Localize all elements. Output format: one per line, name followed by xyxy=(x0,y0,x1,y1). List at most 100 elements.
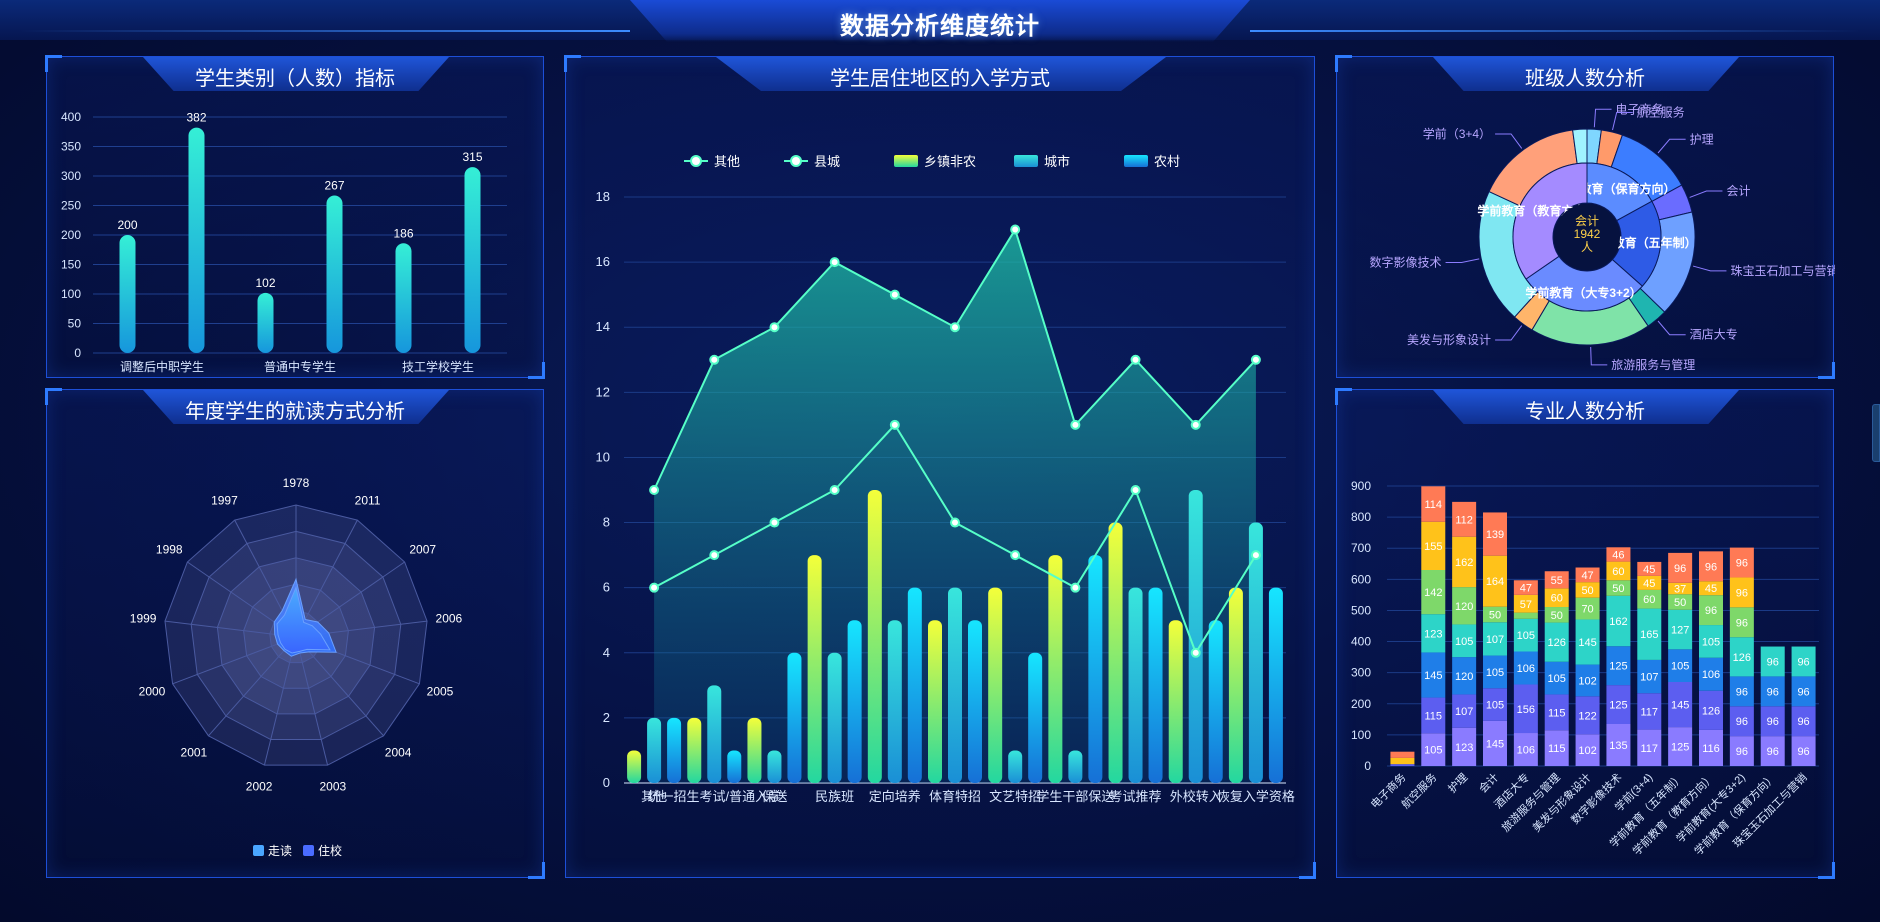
bar-value-label: 200 xyxy=(117,218,137,232)
radar-axis-label: 1998 xyxy=(156,543,183,557)
chart-residence: 024681012141618其他统一招生考试/普通入学保送 民族班 定向培养 体育特… xyxy=(596,154,1295,804)
bar xyxy=(787,652,802,783)
x-tick-label: 护理 xyxy=(1445,770,1470,795)
legend-label: 县城 xyxy=(814,154,840,169)
bar xyxy=(687,717,702,783)
chart-major: 0100200300400500600700800900电子商务10511514… xyxy=(1351,479,1819,858)
bar-value-label: 96 xyxy=(1736,716,1748,728)
bar xyxy=(667,717,682,783)
pie-leader-line xyxy=(1657,320,1686,336)
radar-axis-label: 2006 xyxy=(436,611,463,625)
bar xyxy=(257,292,274,353)
bar-value-label: 120 xyxy=(1455,601,1473,613)
bar xyxy=(1188,490,1203,783)
legend-label: 其他 xyxy=(714,154,740,169)
line-point xyxy=(1010,224,1021,235)
stacked-bar-segment xyxy=(1390,751,1415,758)
bar-value-label: 47 xyxy=(1520,583,1532,595)
line-point xyxy=(889,419,900,430)
bar-value-label: 96 xyxy=(1736,558,1748,570)
x-tick-label: 调整后中职学生 xyxy=(120,359,204,374)
x-tick-label: 数字影像技术 xyxy=(1568,770,1625,827)
panel-annual: 年度学生的就读方式分析 1978 2011 2007 2006 2005 2004 2003… xyxy=(45,388,545,879)
bar-value-label: 96 xyxy=(1767,656,1779,668)
pie-leader-line xyxy=(1495,325,1523,341)
bar-value-label: 107 xyxy=(1640,672,1658,684)
radar-axis-label: 1978 xyxy=(283,476,310,490)
y-tick-label: 400 xyxy=(61,110,81,124)
bar-value-label: 47 xyxy=(1581,570,1593,582)
bar xyxy=(1168,620,1183,783)
stacked-bar-segment xyxy=(1513,612,1538,619)
pie-leader-line xyxy=(1692,265,1727,272)
line-point xyxy=(1130,485,1141,495)
line-point xyxy=(889,289,900,300)
bar-value-label: 115 xyxy=(1425,710,1443,722)
bar-value-label: 57 xyxy=(1520,599,1532,611)
bar xyxy=(767,750,782,783)
y-tick-label: 900 xyxy=(1351,479,1371,493)
bar-value-label: 102 xyxy=(1578,745,1596,757)
y-tick-label: 600 xyxy=(1351,572,1371,586)
bar-value-label: 116 xyxy=(1702,743,1720,755)
pie-outer-label: 珠宝玉石加工与营销 xyxy=(1730,264,1835,278)
bar-value-label: 107 xyxy=(1486,634,1504,646)
bar-value-label: 70 xyxy=(1581,604,1593,616)
pie-leader-line xyxy=(1657,138,1686,154)
radar-axis-label: 1997 xyxy=(211,494,238,508)
line-point xyxy=(829,485,840,495)
line-point xyxy=(950,322,960,333)
x-tick-label: 外校转入 xyxy=(1170,789,1222,804)
bar-value-label: 145 xyxy=(1424,670,1442,682)
legend-swatch xyxy=(1014,155,1038,167)
line-point xyxy=(950,517,960,528)
radar-axis-label: 2007 xyxy=(409,543,436,557)
bar-value-label: 60 xyxy=(1643,594,1655,606)
pie-center-label: 会计 xyxy=(1575,214,1599,228)
chart-class: 电子商务航空服务护理会计珠宝玉石加工与营销酒店大专旅游服务与管理美发与形象设计数… xyxy=(1370,101,1835,372)
x-tick-label: 保送 xyxy=(761,789,787,804)
bar xyxy=(119,235,136,353)
panel-major: 专业人数分析 0 100 200 300 400 500 600 700 800 900 电子商务 1… xyxy=(1335,388,1835,879)
bar-value-label: 145 xyxy=(1578,637,1596,649)
y-tick-label: 50 xyxy=(68,317,82,331)
bar xyxy=(647,717,662,783)
bar-value-label: 106 xyxy=(1517,663,1535,675)
pie-leader-line xyxy=(1590,346,1608,366)
y-tick-label: 100 xyxy=(1351,728,1371,742)
y-tick-label: 350 xyxy=(61,140,81,154)
pie-leader-line xyxy=(1593,108,1612,128)
bar-value-label: 115 xyxy=(1548,707,1566,719)
bar-value-label: 135 xyxy=(1609,740,1627,752)
line-point xyxy=(649,485,660,495)
bar xyxy=(707,685,722,783)
bar xyxy=(1108,522,1123,783)
side-drawer-handle[interactable] xyxy=(1872,404,1880,462)
x-tick-label: 文艺特招 xyxy=(989,789,1041,804)
pie-outer-label: 会计 xyxy=(1726,184,1750,198)
line-point xyxy=(829,257,840,268)
bar xyxy=(847,620,862,783)
y-tick-label: 0 xyxy=(1364,759,1371,773)
bar-value-label: 55 xyxy=(1551,575,1563,587)
bar-value-label: 126 xyxy=(1702,705,1720,717)
legend-swatch xyxy=(1124,155,1148,167)
y-tick-label: 8 xyxy=(603,515,610,530)
bar xyxy=(395,243,412,353)
legend-label: 城市 xyxy=(1044,154,1070,169)
bar-value-label: 155 xyxy=(1424,541,1442,553)
bar-value-label: 50 xyxy=(1581,585,1593,597)
bar xyxy=(627,750,642,783)
bar xyxy=(887,620,902,783)
bar-value-label: 96 xyxy=(1736,587,1748,599)
y-tick-label: 300 xyxy=(1351,666,1371,680)
bar-value-label: 115 xyxy=(1548,743,1566,755)
pie-outer-label: 学前（3+4） xyxy=(1423,126,1491,141)
line-point xyxy=(1010,550,1021,561)
bar-value-label: 123 xyxy=(1424,628,1442,640)
bar xyxy=(1008,750,1023,783)
legend-swatch xyxy=(894,155,918,167)
pie-outer-label: 旅游服务与管理 xyxy=(1611,357,1695,372)
bar-value-label: 105 xyxy=(1702,636,1720,648)
bar-value-label: 102 xyxy=(1578,675,1596,687)
